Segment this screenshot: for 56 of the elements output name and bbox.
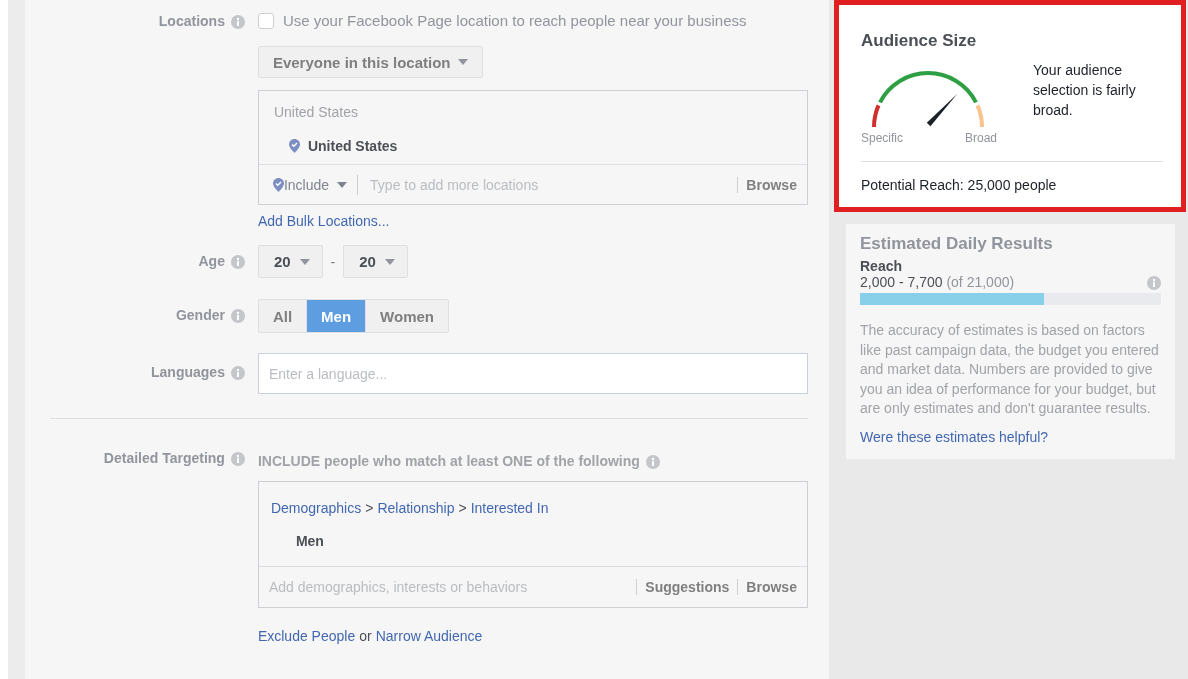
breadcrumb-separator: >: [458, 500, 467, 516]
breadcrumb-separator: >: [365, 500, 374, 516]
audience-dropdown[interactable]: Everyone in this location: [257, 46, 484, 78]
gauge-label: Broad: [964, 131, 997, 145]
card-title: Audience Size: [861, 31, 978, 51]
age-select[interactable]: 20: [343, 245, 408, 278]
feedback-link[interactable]: Were these estimates helpful?: [860, 428, 1049, 445]
browse-button[interactable]: Browse: [737, 176, 797, 193]
metric-label: Reach: [860, 258, 904, 274]
reach-range: 2,000 - 7,700: [860, 274, 943, 290]
field-label: Detailed Targeting: [103, 450, 225, 466]
info-icon: [230, 309, 245, 323]
language-field[interactable]: Enter a language...: [257, 353, 808, 394]
action-button[interactable]: Suggestions: [636, 579, 730, 595]
breadcrumb-link[interactable]: Interested In: [470, 500, 549, 516]
breadcrumb-link[interactable]: Demographics: [270, 500, 362, 516]
caret-icon: [384, 258, 395, 265]
group-header: United States: [273, 104, 359, 120]
field-label: Gender: [175, 307, 225, 323]
location-pin-icon: [272, 177, 284, 192]
card-title: Estimated Daily Results: [860, 234, 1054, 254]
gauge-label: Specific: [861, 131, 904, 145]
caret-icon: [337, 181, 348, 188]
field-label: Locations: [158, 13, 225, 29]
include-dropdown[interactable]: Include: [283, 174, 359, 195]
info-icon: [1147, 276, 1161, 290]
caret-icon: [299, 258, 310, 265]
caret-icon: [458, 59, 469, 65]
range-separator: -: [329, 253, 337, 270]
checkbox[interactable]: [257, 12, 274, 29]
info-icon: [230, 255, 245, 269]
selected-location: United States: [307, 138, 398, 154]
potential-reach: Potential Reach: 25,000 people: [861, 177, 1058, 193]
footer-link[interactable]: Narrow Audience: [375, 628, 483, 644]
breadcrumb-link[interactable]: Relationship: [377, 500, 455, 516]
age-select[interactable]: 20: [257, 245, 323, 278]
bulk-locations-link[interactable]: Add Bulk Locations...: [257, 213, 390, 229]
gender-option[interactable]: Men: [306, 300, 366, 332]
targeting-item: Men: [295, 533, 325, 549]
info-icon: [645, 455, 660, 469]
field-label: Age: [198, 253, 225, 269]
info-icon: [230, 15, 245, 29]
action-button[interactable]: Browse: [737, 579, 797, 595]
footer-link[interactable]: Exclude People: [257, 628, 356, 644]
gender-option[interactable]: Women: [365, 300, 448, 332]
field-label: Languages: [151, 364, 225, 380]
accuracy-note: The accuracy of estimates is based on factors like past campaign data, the budget you entered and market data. Numbers are provided to give you an idea of performance for your budget, but are only estimates and don't guarantee results.: [860, 321, 1160, 418]
audience-description: Your audience selection is fairly broad.: [1033, 61, 1137, 120]
info-icon: [230, 452, 245, 466]
instruction-text: INCLUDE people who match at least ONE of the following: [257, 453, 640, 469]
conjunction-text: or: [359, 628, 372, 644]
location-pin-icon: [288, 139, 300, 153]
reach-total: (of 21,000): [946, 274, 1015, 290]
info-icon: [230, 366, 245, 380]
checkbox-label: Use your Facebook Page location to reach people near your business: [282, 12, 747, 29]
gender-option[interactable]: All: [258, 300, 307, 332]
